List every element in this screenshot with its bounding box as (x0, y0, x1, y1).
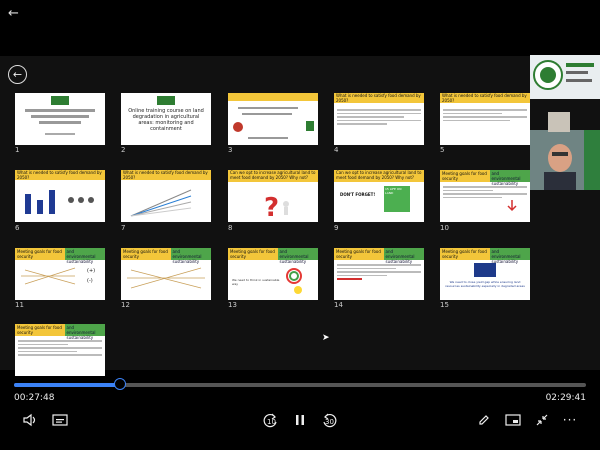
slide-sign-text: DON'T FORGET! (340, 192, 376, 197)
slide-number: 3 (228, 146, 233, 154)
back-arrow-icon[interactable]: ← (8, 65, 27, 84)
skip-back-label: 10 (267, 418, 276, 426)
seek-bar[interactable] (14, 378, 586, 390)
slide-title: Can we opt to increase agricultural land… (334, 170, 424, 182)
slide-number: 13 (228, 301, 237, 309)
slide-subtitle: and environmental sustainability (64, 324, 105, 340)
top-bar: ← (0, 0, 600, 56)
svg-text:?: ? (264, 193, 279, 222)
slide-subtitle: and environmental sustainability (383, 248, 424, 264)
slide-number: 10 (440, 224, 449, 232)
slide-number: 12 (121, 301, 130, 309)
slide-thumb-16[interactable]: Meeting goals for food security and envir… (15, 324, 105, 376)
captions-icon[interactable] (50, 411, 70, 429)
slide-title: Online training course on land degradati… (128, 108, 204, 132)
participant-thumbnail (548, 112, 570, 132)
slide-thumb-5[interactable]: What is needed to satisfy food demand by… (440, 93, 530, 145)
slide-number: 11 (15, 301, 24, 309)
slide-number: 15 (440, 301, 449, 309)
slide-body-text: We need to think in sustainable way (232, 278, 280, 286)
slide-title: What is needed to satisfy food demand by… (440, 93, 530, 103)
seek-bar-knob[interactable] (114, 378, 127, 390)
volume-icon[interactable] (20, 411, 40, 429)
slide-thumb-13[interactable]: Meeting goals for food security and envir… (228, 248, 318, 300)
slide-number: 7 (121, 224, 126, 232)
slide-thumb-9[interactable]: Can we opt to increase agricultural land… (334, 170, 424, 222)
pause-button[interactable] (290, 411, 310, 429)
mouse-cursor-icon: ➤ (322, 333, 330, 343)
slide-thumb-1[interactable] (15, 93, 105, 145)
elapsed-time: 00:27:48 (14, 393, 55, 403)
slide-thumb-14[interactable]: Meeting goals for food security and envir… (334, 248, 424, 300)
exit-fullscreen-icon[interactable] (532, 411, 552, 429)
presenter-camera-feed (530, 130, 600, 190)
mini-view-icon[interactable] (503, 411, 523, 429)
slide-body-text: We need to close yield gap while ensurin… (445, 280, 525, 288)
slide-thumb-6[interactable]: What is needed to satisfy food demand by… (15, 170, 105, 222)
slide-thumb-11[interactable]: Meeting goals for food security and envir… (15, 248, 105, 300)
seek-bar-progress (14, 383, 121, 387)
skip-forward-label: 30 (325, 418, 334, 426)
slide-thumb-12[interactable]: Meeting goals for food security and envir… (121, 248, 211, 300)
window-back-icon[interactable]: ← (8, 6, 19, 21)
slide-thumb-15[interactable]: Meeting goals for food security and envir… (440, 248, 530, 300)
sdg-badge: 15 LIFE ON LAND (384, 186, 410, 212)
presenter-logo-feed (530, 55, 600, 99)
slide-number: 2 (121, 146, 126, 154)
slide-title: What is needed to satisfy food demand by… (334, 93, 424, 103)
slide-thumb-3[interactable] (228, 93, 318, 145)
skip-forward-button[interactable]: 30 (318, 411, 340, 429)
minus-label: (-) (87, 278, 93, 284)
slide-number: 8 (228, 224, 233, 232)
slide-number: 4 (334, 146, 339, 154)
slide-thumb-8[interactable]: Can we opt to increase agricultural land… (228, 170, 318, 222)
plus-label: (+) (87, 268, 96, 274)
slide-number: 1 (15, 146, 20, 154)
slide-thumb-10[interactable]: Meeting goals for food security and envir… (440, 170, 530, 222)
skip-back-button[interactable]: 10 (260, 411, 282, 429)
slide-title: Meeting goals for food security (334, 248, 384, 260)
more-options-icon[interactable]: ··· (560, 411, 580, 429)
total-time: 02:29:41 (545, 393, 586, 403)
edit-icon[interactable] (474, 411, 494, 429)
slide-thumb-7[interactable]: What is needed to satisfy food demand by… (121, 170, 211, 222)
slide-number: 5 (440, 146, 445, 154)
slide-title: Meeting goals for food security (15, 324, 65, 336)
slide-number: 14 (334, 301, 343, 309)
slide-number: 6 (15, 224, 20, 232)
slide-thumb-4[interactable]: What is needed to satisfy food demand by… (334, 93, 424, 145)
slide-thumb-2[interactable]: Online training course on land degradati… (121, 93, 211, 145)
slide-number: 9 (334, 224, 339, 232)
